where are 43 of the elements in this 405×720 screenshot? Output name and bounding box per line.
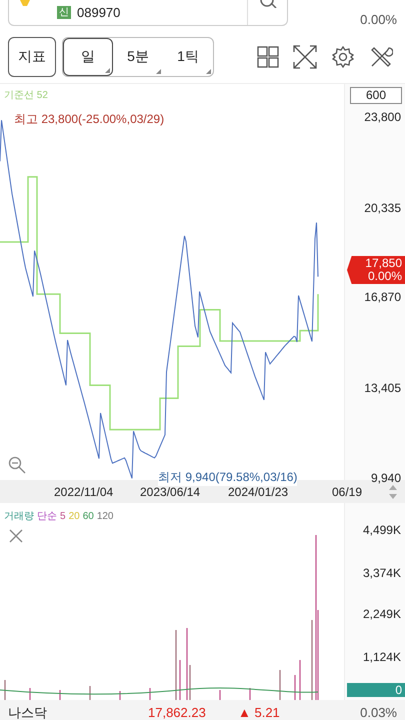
- baseline-label: 기준선 52: [4, 89, 48, 103]
- close-icon[interactable]: [9, 529, 23, 543]
- stock-search-card[interactable]: 신 089970: [8, 0, 288, 26]
- index-change: ▲ 5.21: [238, 706, 280, 720]
- price-axis-label: 20,335: [364, 201, 401, 215]
- index-value: 17,862.23: [148, 706, 207, 720]
- expand-icon[interactable]: [293, 44, 317, 68]
- volume-axis-label: 4,499K: [362, 523, 401, 537]
- tools-icon[interactable]: [369, 44, 393, 68]
- volume-legend-item: 120: [96, 510, 114, 524]
- zoom-out-icon[interactable]: [8, 456, 26, 474]
- indicator-button[interactable]: 지표: [8, 36, 56, 76]
- volume-legend-item: 거래량: [4, 510, 34, 524]
- volume-legend-item: 단순: [37, 510, 57, 524]
- current-change: 0.00%: [366, 270, 402, 283]
- scale-box[interactable]: 600: [350, 87, 402, 104]
- price-axis-label: 23,800: [364, 110, 401, 124]
- volume-legend-item: 60: [82, 510, 94, 524]
- price-axis-label: 16,870: [364, 290, 401, 304]
- change-rate: 0.00%: [360, 11, 397, 29]
- period-tab[interactable]: 5분: [113, 38, 163, 76]
- index-name: 나스닥: [8, 706, 48, 720]
- date-axis-label: 2023/06/14: [140, 484, 202, 500]
- price-axis-label: 13,405: [364, 381, 401, 395]
- price-axis-label: 9,940: [370, 471, 401, 485]
- grid-layout-icon[interactable]: [257, 46, 279, 68]
- date-axis-label: 2022/11/04: [54, 484, 114, 500]
- date-axis-label: 2024/01/23: [228, 484, 290, 500]
- current-price: 17,850: [364, 257, 402, 270]
- period-tab[interactable]: 1틱: [163, 38, 213, 76]
- volume-zero-tag: 0: [347, 683, 405, 697]
- market-badge: 신: [57, 6, 71, 19]
- period-tab[interactable]: 일: [63, 38, 113, 76]
- settings-icon[interactable]: [331, 44, 355, 68]
- index-percent: 0.03%: [360, 706, 397, 720]
- stock-code: 089970: [77, 4, 120, 22]
- volume-axis-label: 3,374K: [362, 566, 401, 580]
- volume-axis-label: 2,249K: [362, 607, 401, 621]
- volume-axis-label: 1,124K: [362, 650, 401, 664]
- volume-legend-item: 20: [68, 510, 80, 524]
- volume-legend-item: 5: [60, 510, 66, 524]
- search-icon[interactable]: [258, 0, 278, 8]
- date-axis-label: 06/19: [332, 484, 362, 500]
